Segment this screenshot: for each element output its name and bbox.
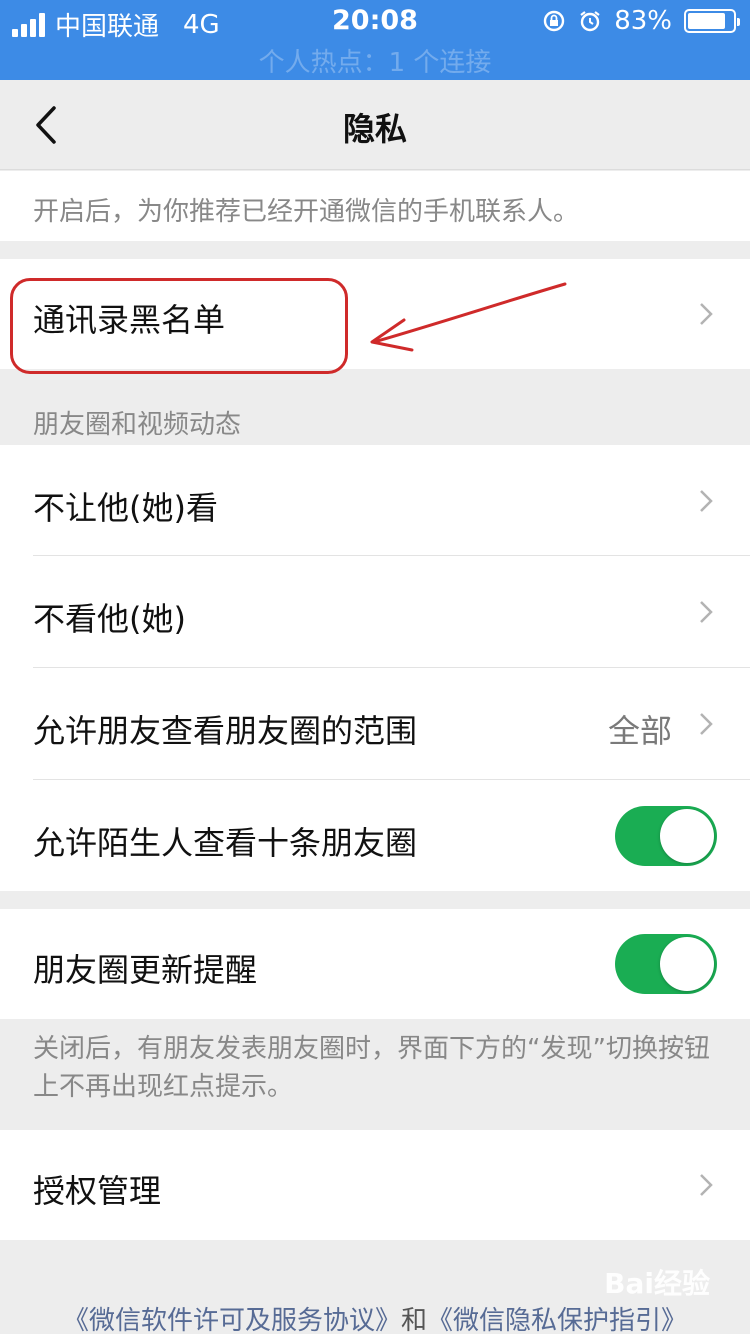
contacts-recommend-desc: 开启后，为你推荐已经开通微信的手机联系人。 bbox=[33, 197, 580, 227]
list-item[interactable]: 允许朋友查看朋友圈的范围 全部 bbox=[0, 668, 750, 779]
moments-group: 不让他(她)看 不看他(她) 允许朋友查看朋友圈的范围 全部 允许陌生人查看十条… bbox=[0, 445, 750, 891]
annotation-arrow-icon bbox=[370, 282, 567, 352]
chevron-right-icon bbox=[700, 490, 713, 512]
list-item[interactable]: 不看他(她) bbox=[0, 556, 750, 667]
not-view-moments-label: 不看他(她) bbox=[33, 600, 186, 638]
authorization-management-item[interactable]: 授权管理 bbox=[0, 1130, 750, 1240]
moments-section-header: 朋友圈和视频动态 bbox=[33, 410, 242, 440]
baidu-watermark: Bai经验 bbox=[604, 1267, 710, 1300]
toggle-knob bbox=[660, 937, 714, 991]
stranger-ten-moments-toggle[interactable] bbox=[615, 806, 717, 866]
chevron-right-icon bbox=[700, 601, 713, 623]
moments-range-label: 允许朋友查看朋友圈的范围 bbox=[33, 712, 418, 750]
page-title: 隐私 bbox=[342, 110, 407, 148]
top-desc-cell: 开启后，为你推荐已经开通微信的手机联系人。 bbox=[0, 171, 750, 241]
footer-links: 《微信软件许可及服务协议》和《微信隐私保护指引》 bbox=[0, 1300, 750, 1334]
moments-update-reminder-toggle[interactable] bbox=[615, 934, 717, 994]
toggle-knob bbox=[660, 809, 714, 863]
chevron-right-icon bbox=[700, 713, 713, 735]
rotation-lock-icon bbox=[544, 10, 565, 32]
status-right: 83% bbox=[542, 6, 740, 36]
authorization-management-label: 授权管理 bbox=[33, 1172, 162, 1210]
chevron-right-icon bbox=[700, 1174, 713, 1196]
annotation-highlight-box bbox=[10, 278, 348, 374]
nav-bar: 隐私 bbox=[0, 80, 750, 170]
hotspot-banner[interactable]: 个人热点：1 个连接 bbox=[0, 42, 750, 79]
alarm-icon bbox=[580, 11, 600, 32]
status-bar: 中国联通 4G 20:08 83% 个人热点：1 个连接 bbox=[0, 0, 750, 80]
stranger-ten-moments-label: 允许陌生人查看十条朋友圈 bbox=[33, 824, 418, 862]
license-agreement-link[interactable]: 《微信软件许可及服务协议》 bbox=[63, 1306, 401, 1334]
update-reminder-desc: 关闭后，有朋友发表朋友圈时，界面下方的“发现”切换按钮上不再出现红点提示。 bbox=[33, 1034, 710, 1102]
battery-percent: 83% bbox=[614, 6, 672, 36]
chevron-right-icon bbox=[700, 303, 713, 325]
privacy-guide-link[interactable]: 《微信隐私保护指引》 bbox=[427, 1306, 687, 1334]
footer-and-text: 和 bbox=[400, 1306, 427, 1334]
hide-moments-label: 不让他(她)看 bbox=[33, 489, 218, 527]
list-item: 允许陌生人查看十条朋友圈 bbox=[0, 780, 750, 891]
battery-icon bbox=[684, 9, 740, 33]
moments-update-reminder-label: 朋友圈更新提醒 bbox=[33, 951, 258, 989]
list-item[interactable]: 不让他(她)看 bbox=[0, 445, 750, 556]
moments-range-value: 全部 bbox=[607, 712, 672, 750]
moments-update-reminder-item: 朋友圈更新提醒 bbox=[0, 909, 750, 1019]
battery-fill bbox=[688, 13, 725, 29]
